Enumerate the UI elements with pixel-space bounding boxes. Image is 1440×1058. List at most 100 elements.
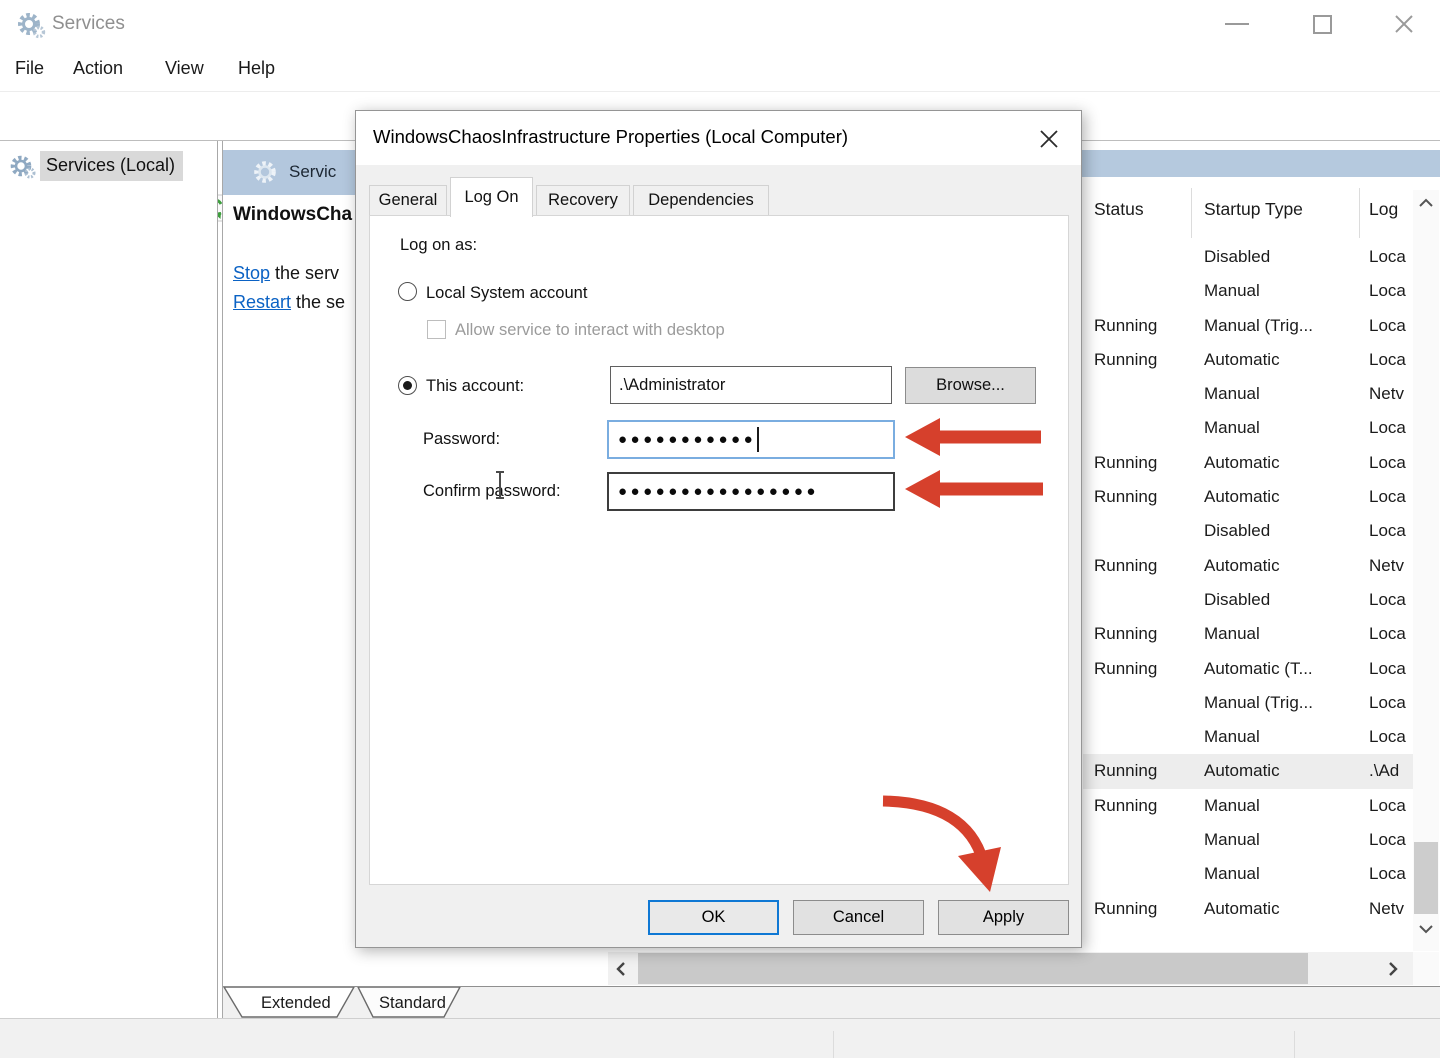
cell-startup: Manual	[1204, 789, 1366, 823]
cell-startup: Automatic	[1204, 549, 1366, 583]
table-row[interactable]: RunningAutomaticNetv	[1083, 549, 1413, 583]
minimize-button[interactable]	[1205, 0, 1269, 48]
cell-logon: Loca	[1369, 617, 1413, 651]
cell-status: Running	[1094, 549, 1189, 583]
cell-startup: Disabled	[1204, 514, 1366, 548]
log-on-as-label: Log on as:	[400, 236, 477, 255]
vertical-scrollbar[interactable]	[1413, 190, 1439, 951]
maximize-icon	[1313, 15, 1332, 34]
extended-header-title: Servic	[289, 162, 336, 182]
cell-startup: Automatic	[1204, 754, 1366, 788]
cell-logon: Loca	[1369, 583, 1413, 617]
cell-logon: Loca	[1369, 789, 1413, 823]
services-window: Services File Action View Help	[0, 0, 1440, 1058]
tab-recovery[interactable]: Recovery	[536, 185, 630, 216]
cell-logon: Loca	[1369, 514, 1413, 548]
table-row[interactable]: ManualLoca	[1083, 274, 1413, 308]
table-row[interactable]: RunningManual (Trig...Loca	[1083, 309, 1413, 343]
apply-button[interactable]: Apply	[938, 900, 1069, 935]
table-row[interactable]: ManualLoca	[1083, 823, 1413, 857]
restart-service-line: Restart the se	[233, 292, 345, 313]
local-system-label[interactable]: Local System account	[426, 284, 587, 303]
cell-status: Running	[1094, 754, 1189, 788]
maximize-button[interactable]	[1290, 0, 1354, 48]
table-row[interactable]: DisabledLoca	[1083, 583, 1413, 617]
table-row[interactable]: ManualLoca	[1083, 720, 1413, 754]
browse-button[interactable]: Browse...	[905, 367, 1036, 404]
cancel-button[interactable]: Cancel	[793, 900, 924, 935]
scroll-down-icon[interactable]	[1418, 924, 1434, 934]
confirm-password-mask: ●●●●●●●●●●●●●●●●	[609, 474, 819, 509]
sidebar-item-services-local[interactable]: Services (Local)	[8, 151, 183, 181]
close-button[interactable]	[1372, 0, 1436, 48]
table-row[interactable]: RunningAutomatic (T...Loca	[1083, 652, 1413, 686]
scroll-right-icon[interactable]	[1388, 961, 1398, 977]
dialog-title: WindowsChaosInfrastructure Properties (L…	[373, 126, 848, 148]
column-separator	[1359, 188, 1360, 238]
tab-dependencies[interactable]: Dependencies	[633, 185, 769, 216]
table-row[interactable]: RunningManualLoca	[1083, 617, 1413, 651]
cell-startup: Manual (Trig...	[1204, 309, 1366, 343]
tab-log-on[interactable]: Log On	[450, 177, 533, 217]
table-row[interactable]: ManualLoca	[1083, 411, 1413, 445]
table-row[interactable]: ManualLoca	[1083, 857, 1413, 891]
table-row[interactable]: RunningManualLoca	[1083, 789, 1413, 823]
table-row[interactable]: RunningAutomaticLoca	[1083, 480, 1413, 514]
cell-startup: Disabled	[1204, 583, 1366, 617]
stop-service-link[interactable]: Stop	[233, 263, 270, 283]
scroll-up-icon[interactable]	[1418, 198, 1434, 208]
cell-logon: .\Ad	[1369, 754, 1413, 788]
local-system-radio[interactable]	[398, 282, 417, 301]
menu-action[interactable]: Action	[73, 58, 123, 79]
column-header-startup-type[interactable]: Startup Type	[1204, 199, 1303, 220]
scrollbar-corner	[1413, 952, 1439, 985]
this-account-radio[interactable]	[398, 376, 417, 395]
window-title: Services	[52, 13, 125, 35]
close-icon	[1039, 129, 1059, 149]
password-input[interactable]: ●●●●●●●●●●●	[607, 420, 895, 459]
dialog-close-button[interactable]	[1031, 121, 1067, 157]
cell-startup: Manual	[1204, 377, 1366, 411]
cell-logon: Loca	[1369, 343, 1413, 377]
confirm-password-input[interactable]: ●●●●●●●●●●●●●●●●	[607, 472, 895, 511]
account-input[interactable]	[610, 366, 892, 404]
dialog-title-bar: WindowsChaosInfrastructure Properties (L…	[356, 111, 1081, 165]
status-bar-divider	[833, 1031, 834, 1058]
interact-desktop-checkbox	[427, 320, 446, 339]
restart-service-link[interactable]: Restart	[233, 292, 291, 312]
this-account-label[interactable]: This account:	[426, 377, 524, 396]
cell-logon: Loca	[1369, 857, 1413, 891]
column-header-status[interactable]: Status	[1094, 199, 1144, 220]
scroll-left-icon[interactable]	[616, 961, 626, 977]
menu-help[interactable]: Help	[238, 58, 275, 79]
table-row[interactable]: DisabledLoca	[1083, 514, 1413, 548]
table-row[interactable]: ManualNetv	[1083, 377, 1413, 411]
vertical-scroll-thumb[interactable]	[1414, 842, 1438, 914]
table-row[interactable]: RunningAutomaticNetv	[1083, 892, 1413, 926]
cell-logon: Loca	[1369, 309, 1413, 343]
cell-logon: Netv	[1369, 892, 1413, 926]
table-row[interactable]: Running Automatic.\Ad	[1083, 754, 1413, 788]
ok-button[interactable]: OK	[648, 900, 779, 935]
cell-status: Running	[1094, 446, 1189, 480]
horizontal-scrollbar[interactable]	[608, 952, 1413, 985]
table-row[interactable]: DisabledLoca	[1083, 240, 1413, 274]
tab-standard-label[interactable]: Standard	[379, 994, 446, 1012]
properties-dialog: WindowsChaosInfrastructure Properties (L…	[355, 110, 1082, 948]
cell-startup: Automatic	[1204, 892, 1366, 926]
table-row[interactable]: RunningAutomaticLoca	[1083, 343, 1413, 377]
list-header: Status Startup Type Log	[1083, 190, 1413, 240]
tab-general[interactable]: General	[369, 185, 447, 216]
extended-view-header: Servic	[223, 150, 365, 195]
services-rows: DisabledLocaManualLocaRunningManual (Tri…	[1083, 240, 1413, 926]
selected-service-name: WindowsCha	[233, 204, 352, 226]
horizontal-scroll-thumb[interactable]	[638, 953, 1308, 984]
cell-startup: Automatic	[1204, 480, 1366, 514]
cell-logon: Loca	[1369, 823, 1413, 857]
column-header-log-on-as[interactable]: Log	[1369, 199, 1409, 220]
menu-file[interactable]: File	[15, 58, 44, 79]
table-row[interactable]: RunningAutomaticLoca	[1083, 446, 1413, 480]
menu-view[interactable]: View	[165, 58, 204, 79]
table-row[interactable]: Manual (Trig...Loca	[1083, 686, 1413, 720]
tab-extended-label[interactable]: Extended	[261, 994, 331, 1012]
